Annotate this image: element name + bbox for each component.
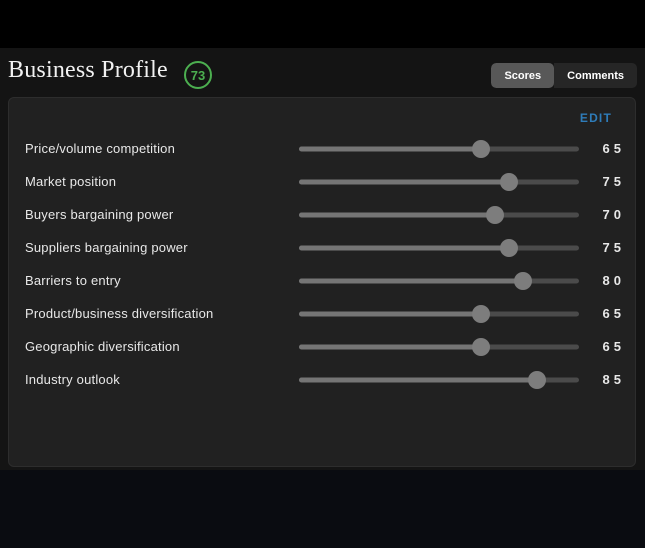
- slider-thumb[interactable]: [472, 338, 490, 356]
- criterion-value: 70: [579, 207, 625, 222]
- slider-row: Price/volume competition 65: [25, 132, 621, 165]
- top-black-strip: [0, 0, 645, 48]
- slider-fill: [299, 344, 481, 349]
- edit-row: EDIT: [25, 106, 621, 130]
- slider-thumb[interactable]: [500, 173, 518, 191]
- slider-row: Geographic diversification 65: [25, 330, 621, 363]
- criterion-label: Market position: [25, 174, 299, 189]
- header: Business Profile 73 Scores Comments: [0, 48, 645, 97]
- slider-thumb[interactable]: [472, 140, 490, 158]
- criterion-slider[interactable]: [299, 305, 579, 323]
- slider-thumb[interactable]: [486, 206, 504, 224]
- bottom-dark-band: [0, 470, 645, 548]
- slider-thumb[interactable]: [514, 272, 532, 290]
- criterion-value: 75: [579, 240, 625, 255]
- slider-row: Product/business diversification 65: [25, 297, 621, 330]
- criteria-list: Price/volume competition 65 Market posit…: [25, 132, 621, 396]
- slider-thumb[interactable]: [500, 239, 518, 257]
- criterion-slider[interactable]: [299, 206, 579, 224]
- tab-comments[interactable]: Comments: [554, 63, 637, 88]
- slider-row: Barriers to entry 80: [25, 264, 621, 297]
- criterion-value: 85: [579, 372, 625, 387]
- edit-button[interactable]: EDIT: [580, 111, 612, 125]
- slider-fill: [299, 212, 495, 217]
- criterion-value: 65: [579, 141, 625, 156]
- business-profile-screen: Business Profile 73 Scores Comments EDIT…: [0, 0, 645, 548]
- tab-label: Comments: [567, 70, 624, 82]
- criterion-slider[interactable]: [299, 272, 579, 290]
- criterion-label: Geographic diversification: [25, 339, 299, 354]
- slider-fill: [299, 179, 509, 184]
- slider-row: Market position 75: [25, 165, 621, 198]
- slider-row: Buyers bargaining power 70: [25, 198, 621, 231]
- criterion-value: 80: [579, 273, 625, 288]
- criterion-value: 75: [579, 174, 625, 189]
- slider-fill: [299, 146, 481, 151]
- slider-fill: [299, 311, 481, 316]
- slider-fill: [299, 377, 537, 382]
- criterion-slider[interactable]: [299, 239, 579, 257]
- criterion-label: Buyers bargaining power: [25, 207, 299, 222]
- criterion-label: Product/business diversification: [25, 306, 299, 321]
- tab-bar: Scores Comments: [491, 63, 637, 88]
- tab-scores[interactable]: Scores: [491, 63, 554, 88]
- criterion-label: Price/volume competition: [25, 141, 299, 156]
- criterion-label: Industry outlook: [25, 372, 299, 387]
- slider-fill: [299, 245, 509, 250]
- criterion-slider[interactable]: [299, 173, 579, 191]
- slider-thumb[interactable]: [472, 305, 490, 323]
- slider-row: Suppliers bargaining power 75: [25, 231, 621, 264]
- criterion-label: Suppliers bargaining power: [25, 240, 299, 255]
- criterion-value: 65: [579, 306, 625, 321]
- criterion-slider[interactable]: [299, 338, 579, 356]
- criterion-slider[interactable]: [299, 140, 579, 158]
- slider-thumb[interactable]: [528, 371, 546, 389]
- criterion-label: Barriers to entry: [25, 273, 299, 288]
- criterion-value: 65: [579, 339, 625, 354]
- criterion-slider[interactable]: [299, 371, 579, 389]
- score-badge: 73: [184, 61, 212, 89]
- scores-panel: EDIT Price/volume competition 65 Market …: [8, 97, 636, 467]
- page-title: Business Profile: [8, 57, 168, 84]
- tab-label: Scores: [504, 70, 541, 82]
- slider-fill: [299, 278, 523, 283]
- score-value: 73: [191, 68, 205, 83]
- slider-row: Industry outlook 85: [25, 363, 621, 396]
